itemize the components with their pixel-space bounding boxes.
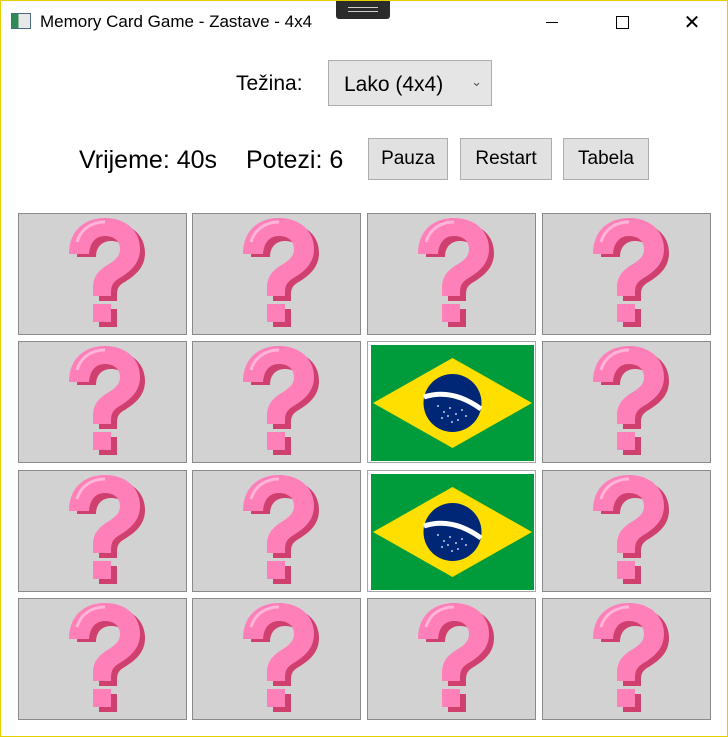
- card-hidden[interactable]: [542, 341, 711, 463]
- moves-display: Potezi: 6: [246, 146, 344, 174]
- card-hidden[interactable]: [542, 598, 711, 720]
- snap-handle[interactable]: [336, 1, 390, 19]
- maximize-icon: [615, 15, 629, 29]
- card-hidden[interactable]: [192, 598, 361, 720]
- card-hidden[interactable]: [18, 598, 187, 720]
- difficulty-value: Lako (4x4): [344, 73, 444, 96]
- card-hidden[interactable]: [542, 470, 711, 592]
- card-hidden[interactable]: [367, 598, 536, 720]
- time-display: Vrijeme: 40s: [79, 146, 218, 174]
- card-brazil-flag[interactable]: [367, 341, 536, 463]
- card-hidden[interactable]: [18, 213, 187, 335]
- card-hidden[interactable]: [367, 213, 536, 335]
- card-hidden[interactable]: [192, 341, 361, 463]
- difficulty-select[interactable]: Lako (4x4) ⌄: [328, 60, 492, 106]
- close-button[interactable]: ✕: [669, 1, 715, 43]
- window-title: Memory Card Game - Zastave - 4x4: [40, 12, 313, 31]
- minimize-icon: [546, 21, 558, 23]
- restart-button[interactable]: Restart: [460, 138, 552, 180]
- close-icon: ✕: [683, 10, 701, 34]
- card-hidden[interactable]: [18, 341, 187, 463]
- title-bar[interactable]: Memory Card Game - Zastave - 4x4 ✕: [1, 1, 727, 43]
- card-brazil-flag[interactable]: [367, 470, 536, 592]
- card-hidden[interactable]: [192, 213, 361, 335]
- card-hidden[interactable]: [192, 470, 361, 592]
- pause-button[interactable]: Pauza: [368, 138, 448, 180]
- maximize-button[interactable]: [599, 1, 645, 43]
- card-hidden[interactable]: [18, 470, 187, 592]
- app-icon: [11, 13, 31, 29]
- card-hidden[interactable]: [542, 213, 711, 335]
- app-window: Memory Card Game - Zastave - 4x4 ✕ Težin…: [0, 0, 728, 737]
- table-button[interactable]: Tabela: [563, 138, 649, 180]
- difficulty-label: Težina:: [236, 72, 303, 95]
- minimize-button[interactable]: [529, 1, 575, 43]
- chevron-down-icon: ⌄: [471, 75, 482, 90]
